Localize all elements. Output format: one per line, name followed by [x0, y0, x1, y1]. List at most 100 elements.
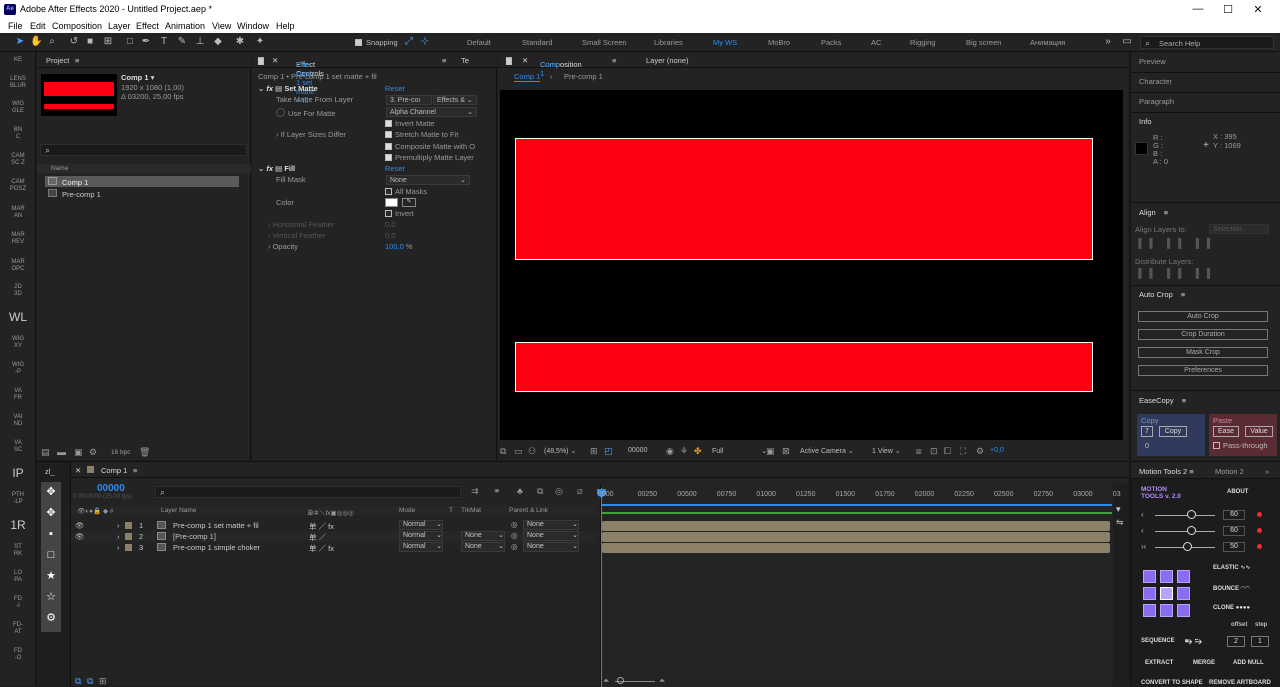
workspace-tab-7[interactable]: AC	[871, 38, 881, 47]
3d-view-icon[interactable]: ⊡	[930, 446, 938, 457]
paragraph-panel-tab[interactable]: Paragraph	[1139, 97, 1174, 108]
rectangle-tool-icon[interactable]: □	[124, 36, 136, 48]
panel-menu-icon[interactable]: ≡	[442, 56, 446, 65]
menu-composition[interactable]: Composition	[52, 21, 102, 31]
panel-menu-icon[interactable]: ≡	[133, 466, 137, 475]
slider-value-field[interactable]: 60	[1223, 510, 1245, 520]
exposure-value[interactable]: +0,0	[990, 447, 1004, 454]
parent-dropdown[interactable]: None ⌄	[523, 542, 579, 552]
comp-button-icon[interactable]: ⇋	[1116, 517, 1124, 528]
script-button-22[interactable]: FD- AT	[0, 622, 36, 636]
workspace-tab-3[interactable]: Libraries	[654, 38, 683, 47]
sequence-offset-field[interactable]: 2	[1227, 636, 1245, 647]
text-tab[interactable]: Te	[461, 56, 469, 65]
resolution-dropdown[interactable]: Full ⌄	[712, 447, 767, 455]
parent-dropdown[interactable]: None ⌄	[523, 520, 579, 530]
transfer-controls-icon[interactable]: ⧉	[87, 676, 93, 687]
workspace-tab-6[interactable]: Packs	[821, 38, 841, 47]
script-button-20[interactable]: LO PA	[0, 570, 36, 584]
draft-3d-icon[interactable]: ⧠	[944, 446, 951, 457]
workspace-tab-1[interactable]: Standard	[522, 38, 552, 47]
layer-tab[interactable]: Layer (none)	[646, 56, 689, 65]
slider-value-field[interactable]: 50	[1223, 542, 1245, 552]
visibility-eye-icon[interactable]: 👁	[75, 532, 85, 541]
layer-switches-icon[interactable]: ⧉	[75, 676, 81, 687]
hand-tool-icon[interactable]: ✋	[30, 36, 42, 48]
expand-twirl-icon[interactable]: ›	[117, 521, 120, 530]
snap-features-icon[interactable]: ⊹	[419, 36, 431, 48]
workspace-tab-0[interactable]: Default	[467, 38, 491, 47]
set-matte-effect-header[interactable]: ⌄ fx ▤ Set Matte	[258, 84, 318, 95]
menu-effect[interactable]: Effect	[136, 21, 159, 31]
monitor-icon[interactable]: ▭	[514, 446, 523, 457]
current-time-field[interactable]: 00000	[628, 447, 647, 454]
close-icon[interactable]: ✕	[522, 56, 528, 65]
anchor-point-button[interactable]	[1160, 604, 1173, 617]
menu-animation[interactable]: Animation	[165, 21, 205, 31]
graph-editor-icon[interactable]: ⧄	[577, 486, 583, 497]
script-button-10[interactable]: WL	[0, 310, 36, 324]
blend-mode-dropdown[interactable]: Normal ⌄	[399, 520, 443, 530]
motion2-tab[interactable]: Motion 2	[1215, 467, 1244, 476]
anchor-point-button[interactable]	[1177, 570, 1190, 583]
ease-slider-0[interactable]: ‹ 60	[1139, 510, 1279, 522]
zoom-slider[interactable]: ⏶ ⏶	[601, 676, 721, 687]
camera-tool-icon[interactable]: ■	[84, 36, 96, 48]
bpc-label[interactable]: 16 bpc	[111, 449, 131, 456]
elastic-button[interactable]: ELASTIC ∿∿	[1213, 564, 1250, 571]
fast-previews-icon[interactable]: ▣	[766, 446, 775, 457]
sequence-step-field[interactable]: 1	[1251, 636, 1269, 647]
selection-tool-icon[interactable]: ➤	[14, 36, 26, 48]
script-button-15[interactable]: VA SC	[0, 440, 36, 454]
script-button-12[interactable]: WIG -P	[0, 362, 36, 376]
t-column[interactable]: T	[449, 507, 453, 514]
project-item-precomp1[interactable]: Pre-comp 1	[45, 188, 239, 199]
pick-whip-icon[interactable]: ◎	[511, 542, 518, 551]
script-button-17[interactable]: PTH -LP	[0, 492, 36, 506]
menu-file[interactable]: File	[8, 21, 23, 31]
snapping-checkbox[interactable]	[355, 39, 362, 46]
anchor-point-button[interactable]	[1160, 570, 1173, 583]
clone-button[interactable]: CLONE ●●●●	[1213, 605, 1250, 611]
slider-thumb[interactable]	[1187, 510, 1196, 519]
matte-shape-top[interactable]	[515, 138, 1093, 260]
motion-tools-tab[interactable]: Motion Tools 2 ≡	[1139, 467, 1194, 476]
use-for-matte-dropdown[interactable]: Alpha Channel ⌄	[386, 107, 477, 117]
layer-name[interactable]: [Pre-comp 1]	[173, 532, 216, 541]
project-settings-icon[interactable]: ⚙	[89, 447, 97, 458]
layer-duration-bar[interactable]	[602, 543, 1110, 553]
mask-visibility-icon[interactable]: ⚇	[528, 446, 536, 457]
workspace-tab-10[interactable]: Анимация	[1030, 38, 1065, 47]
color-channel-icon[interactable]: ✤	[694, 446, 702, 457]
anchor-point-button[interactable]	[1143, 587, 1156, 600]
autocrop-button-0[interactable]: Auto Crop	[1138, 311, 1268, 322]
blend-mode-dropdown[interactable]: Normal ⌄	[399, 542, 443, 552]
take-matte-layer-dropdown[interactable]: 3. Pre-coı ⌄	[386, 95, 432, 113]
set-matte-reset-link[interactable]: Reset	[385, 84, 405, 95]
visibility-eye-icon[interactable]: 👁	[75, 521, 85, 530]
autocrop-button-2[interactable]: Mask Crop	[1138, 347, 1268, 358]
stretch-matte-checkbox[interactable]: Stretch Matte to Fit	[385, 130, 458, 141]
project-item-comp1[interactable]: Comp 1	[45, 176, 239, 187]
remove-artboard-button[interactable]: REMOVE ARTBOARD	[1209, 680, 1271, 686]
fill-color-swatch[interactable]	[385, 198, 398, 207]
value-button[interactable]: Value	[1245, 426, 1273, 437]
search-help-field[interactable]: ⌕ Search Help	[1140, 36, 1274, 49]
menu-window[interactable]: Window	[237, 21, 269, 31]
close-icon[interactable]: ✕	[75, 466, 81, 475]
invert-checkbox[interactable]: Invert	[385, 209, 414, 220]
panel-menu-icon[interactable]: ≡	[75, 56, 79, 65]
overflow-icon[interactable]: »	[1265, 467, 1269, 476]
playhead[interactable]	[601, 488, 602, 687]
anchor-point-button[interactable]	[1177, 604, 1190, 617]
layer-name[interactable]: Pre-comp 1 simple choker	[173, 543, 260, 552]
parent-dropdown[interactable]: None ⌄	[523, 531, 579, 541]
toggle-pixel-icon[interactable]: ⧈	[916, 446, 922, 457]
pan-behind-tool-icon[interactable]: ⊞	[102, 36, 114, 48]
align-panel-tab[interactable]: Align ≡	[1139, 208, 1168, 219]
script-button-1[interactable]: LENS BLUR	[0, 76, 36, 90]
anchor-point-button[interactable]	[1177, 587, 1190, 600]
grid-icon[interactable]: ⊞	[590, 446, 598, 457]
motion-blur-icon[interactable]: ◎	[555, 486, 563, 497]
brush-tool-icon[interactable]: ✎	[176, 36, 188, 48]
